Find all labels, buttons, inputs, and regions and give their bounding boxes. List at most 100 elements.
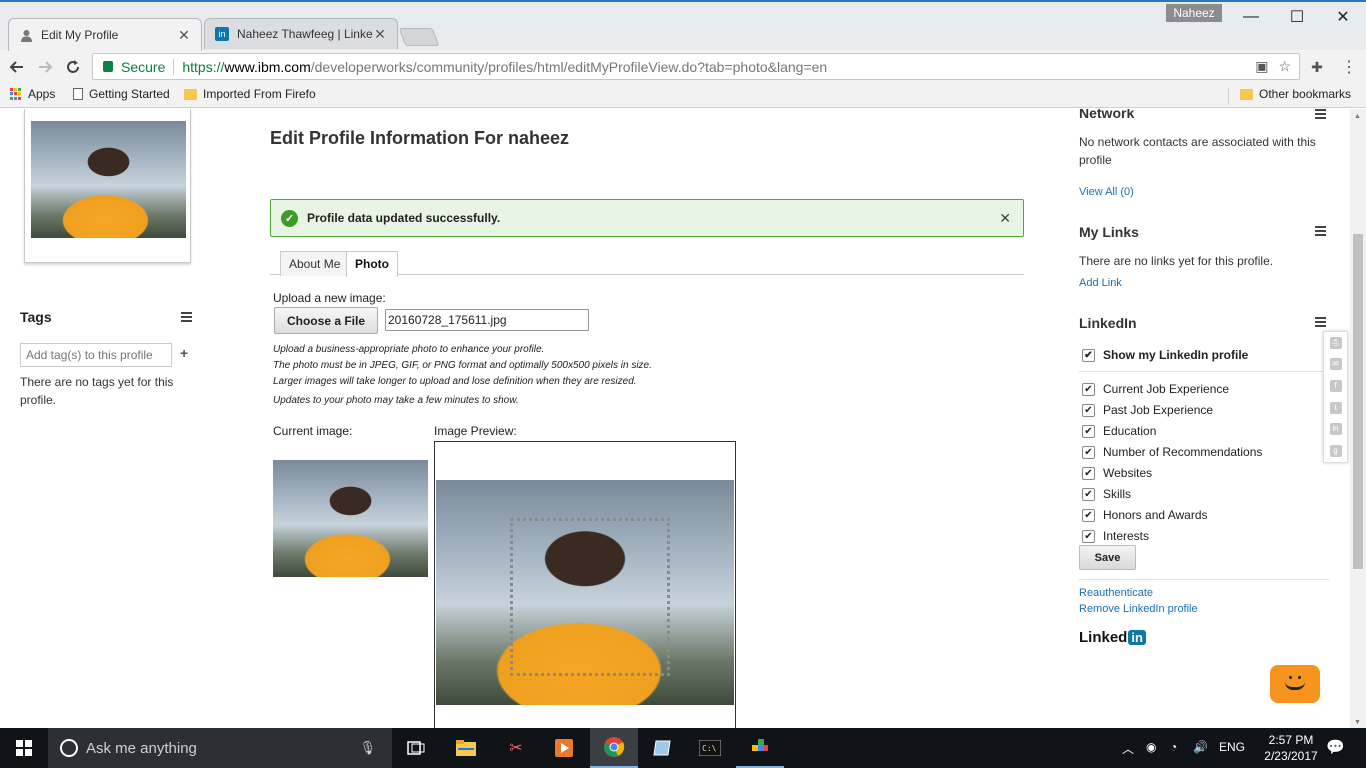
close-tab-icon[interactable]: ✕ <box>373 26 387 43</box>
checkbox-checked-icon[interactable]: ✔ <box>1082 403 1095 417</box>
crop-selection[interactable] <box>510 518 670 676</box>
checkbox-checked-icon[interactable]: ✔ <box>1082 508 1095 522</box>
notifications-icon[interactable]: 💬 <box>1326 738 1345 756</box>
profile-photo <box>31 121 186 238</box>
tray-chevron-icon[interactable]: ︿ <box>1122 740 1134 757</box>
forward-arrow-icon <box>39 61 53 73</box>
bookmark-label: Imported From Firefo <box>203 87 316 101</box>
app-colorful-icon[interactable] <box>736 728 784 768</box>
minimize-button[interactable]: — <box>1228 2 1274 32</box>
page-scrollbar[interactable]: ▲ ▼ <box>1350 109 1366 728</box>
chrome-menu-icon[interactable]: ⋮ <box>1338 56 1360 78</box>
file-name-field[interactable]: 20160728_175611.jpg <box>385 309 589 331</box>
hint-update: Updates to your photo may take a few min… <box>273 395 519 406</box>
checkbox-checked-icon[interactable]: ✔ <box>1082 445 1095 459</box>
reload-button[interactable] <box>62 56 84 78</box>
image-preview-box <box>434 441 736 728</box>
maximize-button[interactable]: ☐ <box>1274 2 1320 32</box>
linkedin-option-checkbox[interactable]: ✔ Number of Recommendations <box>1082 445 1262 459</box>
wifi-icon[interactable]: ◔ <box>1170 740 1177 754</box>
tab-photo[interactable]: Photo <box>346 251 398 277</box>
task-view-icon[interactable] <box>392 728 440 768</box>
command-prompt-icon[interactable]: C:\ <box>686 728 734 768</box>
add-link-link[interactable]: Add Link <box>1079 277 1122 289</box>
checkbox-checked-icon[interactable]: ✔ <box>1082 487 1095 501</box>
file-explorer-icon[interactable] <box>442 728 490 768</box>
linkedin-share-icon[interactable]: in <box>1329 423 1342 436</box>
page-title: Edit Profile Information For naheez <box>270 128 570 148</box>
checkbox-checked-icon[interactable]: ✔ <box>1082 348 1095 362</box>
checkbox-checked-icon[interactable]: ✔ <box>1082 424 1095 438</box>
checkbox-checked-icon[interactable]: ✔ <box>1082 529 1095 543</box>
scroll-down-icon[interactable]: ▼ <box>1354 719 1361 726</box>
chat-widget-button[interactable] <box>1270 665 1320 703</box>
start-button[interactable] <box>0 728 48 768</box>
show-linkedin-checkbox[interactable]: ✔ Show my LinkedIn profile <box>1082 348 1248 362</box>
linkedin-option-checkbox[interactable]: ✔ Past Job Experience <box>1082 403 1213 417</box>
chrome-icon[interactable] <box>590 728 638 768</box>
my-links-text: There are no links yet for this profile. <box>1079 254 1274 268</box>
close-tab-icon[interactable]: ✕ <box>177 27 191 44</box>
clock-date: 2/23/2017 <box>1264 749 1318 763</box>
cortana-search-box[interactable]: Ask me anything 🎙 <box>48 728 392 768</box>
page-icon <box>73 88 83 100</box>
forward-button[interactable] <box>34 56 56 78</box>
bookmark-folder-other[interactable]: Other bookmarks <box>1240 87 1351 101</box>
back-button[interactable] <box>6 56 28 78</box>
microphone-icon[interactable]: 🎙 <box>359 740 376 756</box>
new-tab-button[interactable] <box>398 28 440 46</box>
choose-file-button[interactable]: Choose a File <box>274 307 378 334</box>
checkbox-checked-icon[interactable]: ✔ <box>1082 382 1095 396</box>
email-icon[interactable]: ✉ <box>1329 358 1342 371</box>
add-tag-button[interactable]: + <box>180 345 188 361</box>
dismiss-banner-icon[interactable]: ✕ <box>999 210 1011 227</box>
extension-icon[interactable]: ✚ <box>1306 56 1328 78</box>
bookmark-star-icon[interactable]: ☆ <box>1278 58 1291 75</box>
google-plus-icon[interactable]: g <box>1329 445 1342 458</box>
save-button[interactable]: Save <box>1079 545 1136 570</box>
linkedin-option-checkbox[interactable]: ✔ Honors and Awards <box>1082 508 1208 522</box>
checkbox-label: Current Job Experience <box>1103 382 1230 396</box>
bookmark-getting-started[interactable]: Getting Started <box>73 87 170 101</box>
reauthenticate-link[interactable]: Reauthenticate <box>1079 587 1153 599</box>
tab-edit-my-profile[interactable]: Edit My Profile ✕ <box>8 18 202 51</box>
system-clock[interactable]: 2:57 PM 2/23/2017 <box>1256 732 1326 764</box>
bookmark-folder-imported[interactable]: Imported From Firefo <box>184 87 318 101</box>
view-all-link[interactable]: View All (0) <box>1079 186 1134 198</box>
scrollbar-thumb[interactable] <box>1353 234 1363 569</box>
tags-heading: Tags <box>20 309 52 325</box>
bookmark-apps[interactable]: Apps <box>10 87 55 101</box>
my-links-menu-icon[interactable] <box>1315 226 1326 236</box>
tag-input[interactable] <box>20 343 172 367</box>
linkedin-option-checkbox[interactable]: ✔ Current Job Experience <box>1082 382 1229 396</box>
linkedin-menu-icon[interactable] <box>1315 317 1326 327</box>
divider <box>1228 88 1229 104</box>
share-rail: ⎙ ✉ f t in g <box>1323 331 1348 463</box>
twitter-icon[interactable]: t <box>1329 401 1342 414</box>
tab-linkedin[interactable]: in Naheez Thawfeeg | Linke ✕ <box>204 18 398 49</box>
linkedin-option-checkbox[interactable]: ✔ Interests <box>1082 529 1149 543</box>
facebook-icon[interactable]: f <box>1329 380 1342 393</box>
linkedin-option-checkbox[interactable]: ✔ Education <box>1082 424 1156 438</box>
snipping-tool-icon[interactable]: ✂ <box>492 728 540 768</box>
tray-record-icon[interactable]: ◉ <box>1146 740 1156 754</box>
network-menu-icon[interactable] <box>1315 109 1326 119</box>
hint-line: Upload a business-appropriate photo to e… <box>273 344 545 355</box>
app-icon[interactable] <box>638 728 686 768</box>
scroll-up-icon[interactable]: ▲ <box>1354 113 1361 120</box>
print-icon[interactable]: ⎙ <box>1329 336 1342 349</box>
profile-button[interactable]: Naheez <box>1166 4 1222 22</box>
tags-menu-icon[interactable] <box>181 312 192 322</box>
close-window-button[interactable]: ✕ <box>1320 2 1366 32</box>
checkbox-checked-icon[interactable]: ✔ <box>1082 466 1095 480</box>
tab-about-me[interactable]: About Me <box>280 251 350 276</box>
remove-linkedin-link[interactable]: Remove LinkedIn profile <box>1079 603 1198 615</box>
success-message: Profile data updated successfully. <box>307 211 501 225</box>
language-indicator[interactable]: ENG <box>1219 740 1245 754</box>
linkedin-option-checkbox[interactable]: ✔ Skills <box>1082 487 1131 501</box>
media-player-icon[interactable] <box>540 728 588 768</box>
blocked-popup-icon[interactable]: ▣ <box>1255 58 1268 75</box>
volume-icon[interactable]: 🔊 <box>1193 740 1208 754</box>
linkedin-option-checkbox[interactable]: ✔ Websites <box>1082 466 1152 480</box>
address-bar[interactable]: Secure https:// www.ibm.com /developerwo… <box>92 53 1300 80</box>
